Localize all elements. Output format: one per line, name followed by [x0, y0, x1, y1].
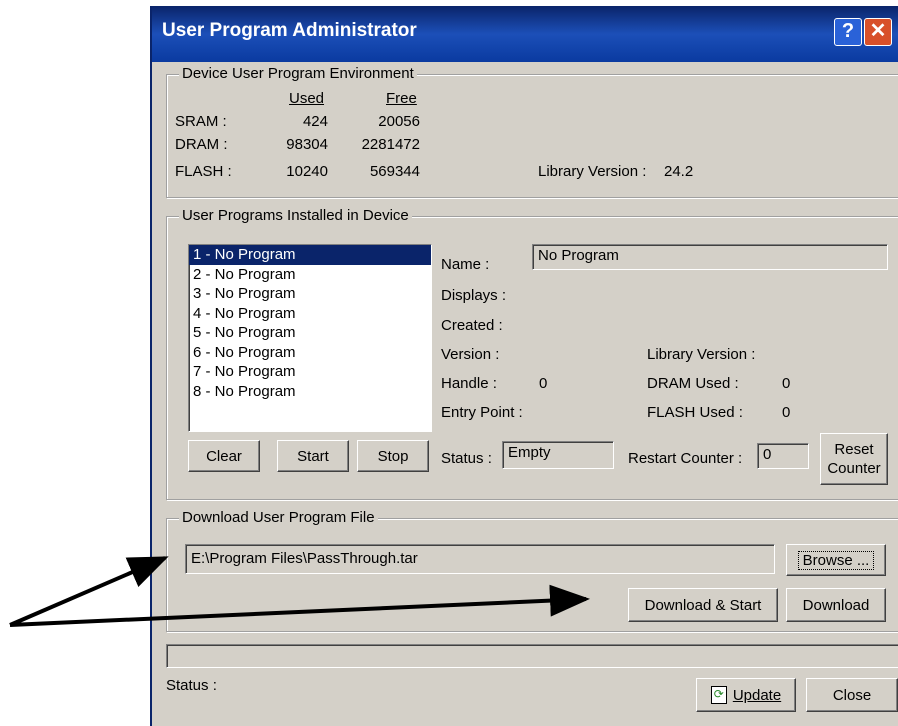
update-button[interactable]: ⟳ Update — [696, 678, 796, 712]
list-item[interactable]: 8 - No Program — [189, 382, 431, 402]
reset-counter-line2: Counter — [827, 460, 881, 477]
program-library-version-label: Library Version : — [647, 346, 756, 363]
window-title: User Program Administrator — [162, 20, 417, 41]
sram-used: 424 — [302, 113, 328, 130]
displays-label: Displays : — [441, 287, 507, 304]
list-item[interactable]: 3 - No Program — [189, 284, 431, 304]
status-field: Empty — [502, 441, 614, 469]
restart-counter-field: 0 — [757, 443, 809, 469]
download-and-start-button[interactable]: Download & Start — [628, 588, 778, 622]
flash-used-value: 0 — [782, 404, 791, 421]
program-name-field: No Program — [532, 244, 888, 270]
browse-button-label: Browse ... — [797, 550, 875, 570]
dram-used-value: 0 — [782, 375, 791, 392]
library-version-label: Library Version : — [538, 163, 647, 180]
handle-label: Handle : — [441, 375, 497, 392]
download-button[interactable]: Download — [786, 588, 886, 622]
progress-bar — [166, 644, 898, 668]
used-column-header: Used — [289, 90, 325, 107]
version-label: Version : — [441, 346, 500, 363]
installed-programs-group-label: User Programs Installed in Device — [179, 207, 412, 224]
library-version-value: 24.2 — [664, 163, 694, 180]
start-button[interactable]: Start — [277, 440, 349, 472]
flash-label: FLASH : — [175, 163, 232, 180]
free-column-header: Free — [386, 90, 417, 107]
reset-counter-line1: Reset — [834, 441, 874, 458]
list-item[interactable]: 5 - No Program — [189, 323, 431, 343]
list-item[interactable]: 1 - No Program — [189, 245, 431, 265]
close-button[interactable]: Close — [806, 678, 898, 712]
list-item[interactable]: 6 - No Program — [189, 343, 431, 363]
program-listbox[interactable]: 1 - No Program 2 - No Program 3 - No Pro… — [188, 244, 432, 432]
list-item[interactable]: 2 - No Program — [189, 265, 431, 285]
sram-free: 20056 — [378, 113, 420, 130]
created-label: Created : — [441, 317, 503, 334]
reset-counter-button[interactable]: Reset Counter — [820, 433, 888, 485]
close-icon[interactable]: ✕ — [864, 18, 892, 46]
clear-button[interactable]: Clear — [188, 440, 260, 472]
user-program-administrator-window: User Program Administrator ? ✕ Device Us… — [150, 6, 898, 726]
list-item[interactable]: 7 - No Program — [189, 362, 431, 382]
name-label: Name : — [441, 256, 490, 273]
flash-free: 569344 — [369, 163, 420, 180]
update-button-label: Update — [732, 686, 782, 704]
restart-counter-label: Restart Counter : — [628, 450, 743, 467]
title-bar[interactable]: User Program Administrator ? ✕ — [152, 6, 898, 62]
dram-label: DRAM : — [175, 136, 228, 153]
status-label: Status : — [441, 450, 492, 467]
handle-value: 0 — [539, 375, 548, 392]
flash-used-label: FLASH Used : — [647, 404, 743, 421]
entry-point-label: Entry Point : — [441, 404, 523, 421]
help-button[interactable]: ? — [834, 18, 862, 46]
stop-button[interactable]: Stop — [357, 440, 429, 472]
list-item[interactable]: 4 - No Program — [189, 304, 431, 324]
download-group-label: Download User Program File — [179, 509, 378, 526]
sram-label: SRAM : — [175, 113, 227, 130]
dram-used: 98304 — [286, 136, 328, 153]
footer-status-label: Status : — [166, 677, 217, 694]
dram-used-label: DRAM Used : — [647, 375, 739, 392]
refresh-icon: ⟳ — [710, 686, 727, 704]
file-path-field[interactable]: E:\Program Files\PassThrough.tar — [185, 544, 775, 574]
environment-group-label: Device User Program Environment — [179, 65, 417, 82]
browse-button[interactable]: Browse ... — [786, 544, 886, 576]
dram-free: 2281472 — [361, 136, 420, 153]
arrow-to-file-path — [9, 556, 169, 627]
flash-used: 10240 — [286, 163, 328, 180]
